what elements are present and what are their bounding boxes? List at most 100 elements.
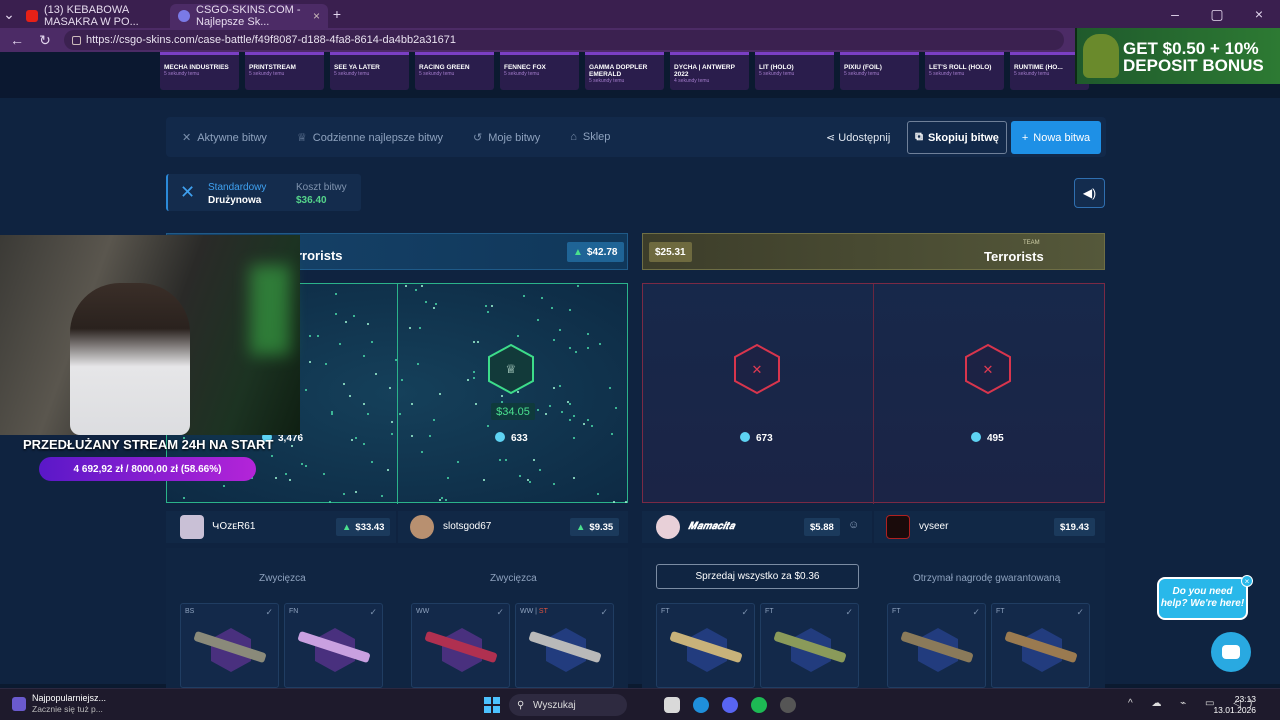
close-help-icon[interactable]: × (1241, 575, 1253, 587)
player-row[interactable]: 𝑴𝒂𝒎𝒂𝒄𝒊𝒕𝒂 $5.88 ☺ (642, 511, 872, 543)
nav-shop[interactable]: ⌂ Sklep (570, 131, 610, 143)
particle (611, 433, 613, 435)
particle (419, 327, 421, 329)
app-icon[interactable] (780, 697, 796, 713)
particle (301, 463, 303, 465)
particle (441, 497, 443, 499)
particle (609, 387, 611, 389)
team-t-name: Terrorists (984, 249, 1044, 264)
particle (553, 387, 555, 389)
nav-daily-battles[interactable]: ♕ Codzienne najlepsze bitwy (297, 131, 443, 144)
particle (353, 315, 355, 317)
case-drop-card[interactable]: GAMMA DOPPLER EMERALD 5 sekundy temu (585, 52, 664, 90)
particle (477, 341, 479, 343)
case-drop-time: 5 sekundy temu (589, 78, 625, 84)
guaranteed-reward-label: Otrzymał nagrodę gwarantowaną (913, 573, 1061, 584)
particle (349, 395, 351, 397)
player-value: ▲ $9.35 (570, 518, 620, 536)
sell-all-button[interactable]: Sprzedaj wszystko za $0.36 (656, 564, 859, 589)
particle (409, 327, 411, 329)
case-drop-card[interactable]: LIT (HOLO) 5 sekundy temu (755, 52, 834, 90)
particle (335, 313, 337, 315)
up-arrow-icon: ▲ (576, 521, 586, 533)
particle (569, 403, 571, 405)
drop-item-card[interactable]: FN ✓ (284, 603, 383, 688)
emoji-icon[interactable]: ☺ (848, 519, 859, 531)
taskbar: Najpopularniejsz... Zacznie się tuż p... … (0, 688, 1280, 720)
close-window-icon[interactable]: × (1250, 6, 1268, 22)
drop-item-card[interactable]: WW | ST ✓ (515, 603, 614, 688)
new-tab-icon[interactable]: + (328, 6, 346, 22)
case-drop-card[interactable]: FENNEC FOX 5 sekundy temu (500, 52, 579, 90)
drop-item-card[interactable]: FT ✓ (656, 603, 755, 688)
particle (411, 435, 413, 437)
drop-item-card[interactable]: FT ✓ (760, 603, 859, 688)
nav-active-battles[interactable]: ✕ Aktywne bitwy (182, 131, 267, 144)
case-drop-time: 5 sekundy temu (929, 71, 965, 77)
case-drop-card[interactable]: RACING GREEN 5 sekundy temu (415, 52, 494, 90)
particle (439, 499, 441, 501)
item-condition: WW (416, 608, 430, 615)
player-row[interactable]: vyseer $19.43 (874, 511, 1105, 543)
copy-battle-button[interactable]: ⧉ Skopiuj bitwę (907, 121, 1007, 154)
case-drop-card[interactable]: SEE YA LATER 5 sekundy temu (330, 52, 409, 90)
case-drop-time: 5 sekundy temu (504, 71, 540, 77)
particle (339, 343, 341, 345)
share-button[interactable]: ⋖ Udostępnij (826, 131, 890, 144)
drop-item-card[interactable]: FT ✓ (887, 603, 986, 688)
tab-list-icon[interactable]: ⌄ (0, 6, 18, 23)
particle (343, 493, 345, 495)
history-icon: ↺ (473, 131, 483, 144)
taskbar-search[interactable]: ⚲ Wyszukaj (509, 694, 627, 716)
deposit-bonus-banner[interactable]: GET $0.50 + 10% DEPOSIT BONUS (1075, 28, 1280, 84)
chat-button[interactable] (1211, 632, 1251, 672)
drop-item-card[interactable]: BS ✓ (180, 603, 279, 688)
tab-csgo-skins[interactable]: CSGO-SKINS.COM - Najlepsze Sk... × (170, 4, 328, 28)
new-battle-button[interactable]: + Nowa bitwa (1011, 121, 1101, 154)
close-tab-icon[interactable]: × (313, 9, 320, 23)
nav-my-battles[interactable]: ↺ Moje bitwy (473, 131, 540, 144)
particle (545, 413, 547, 415)
particle (569, 347, 571, 349)
case-drop-card[interactable]: MECHA INDUSTRIES 5 sekundy temu (160, 52, 239, 90)
particle (325, 363, 327, 365)
verified-icon: ✓ (265, 607, 273, 617)
particle (615, 407, 617, 409)
particle (577, 285, 579, 287)
url-input[interactable]: https://csgo-skins.com/case-battle/f49f8… (64, 30, 1064, 50)
drop-item-card[interactable]: WW ✓ (411, 603, 510, 688)
case-drop-card[interactable]: PIXIU (FOIL) 5 sekundy temu (840, 52, 919, 90)
start-button[interactable] (484, 697, 500, 713)
drop-item-card[interactable]: FT ✓ (991, 603, 1090, 688)
news-widget[interactable]: Najpopularniejsz... Zacznie się tuż p... (12, 693, 106, 715)
case-drop-card[interactable]: LET'S ROLL (HOLO) 5 sekundy temu (925, 52, 1004, 90)
mode-type: Standardowy (208, 182, 267, 193)
reload-icon[interactable]: ↻ (36, 32, 54, 49)
clock[interactable]: 23:13 13.01.2026 (1213, 694, 1256, 716)
case-drop-card[interactable]: DYCHA | ANTWERP 2022 4 sekundy temu (670, 52, 749, 90)
edge-icon[interactable] (693, 697, 709, 713)
particle (351, 439, 353, 441)
verified-icon: ✓ (600, 607, 608, 617)
spotify-icon[interactable] (751, 697, 767, 713)
player-row[interactable]: ԿՕzᴇR61 ▲ $33.43 (166, 511, 396, 543)
particle (573, 477, 575, 479)
tab-youtube[interactable]: (13) KEBABOWA MASAKRA W PO... (18, 4, 170, 28)
player-row[interactable]: slotsgod67 ▲ $9.35 (398, 511, 628, 543)
particle (569, 419, 571, 421)
discord-icon[interactable] (722, 697, 738, 713)
case-drop-card[interactable]: PRINTSTREAM 5 sekundy temu (245, 52, 324, 90)
file-explorer-icon[interactable] (664, 697, 680, 713)
back-icon[interactable]: ← (8, 32, 26, 48)
particle (433, 307, 435, 309)
verified-icon: ✓ (1076, 607, 1084, 617)
help-bubble[interactable]: Do you need help? We're here! (1157, 577, 1248, 620)
youtube-icon (26, 10, 38, 22)
webcam-light (250, 265, 290, 355)
sound-toggle-button[interactable]: ◀) (1074, 178, 1105, 208)
svg-text:✕: ✕ (983, 363, 994, 378)
maximize-icon[interactable]: ▢ (1208, 6, 1226, 23)
particle (285, 473, 287, 475)
minimize-icon[interactable]: – (1166, 6, 1184, 22)
particle (391, 433, 393, 435)
